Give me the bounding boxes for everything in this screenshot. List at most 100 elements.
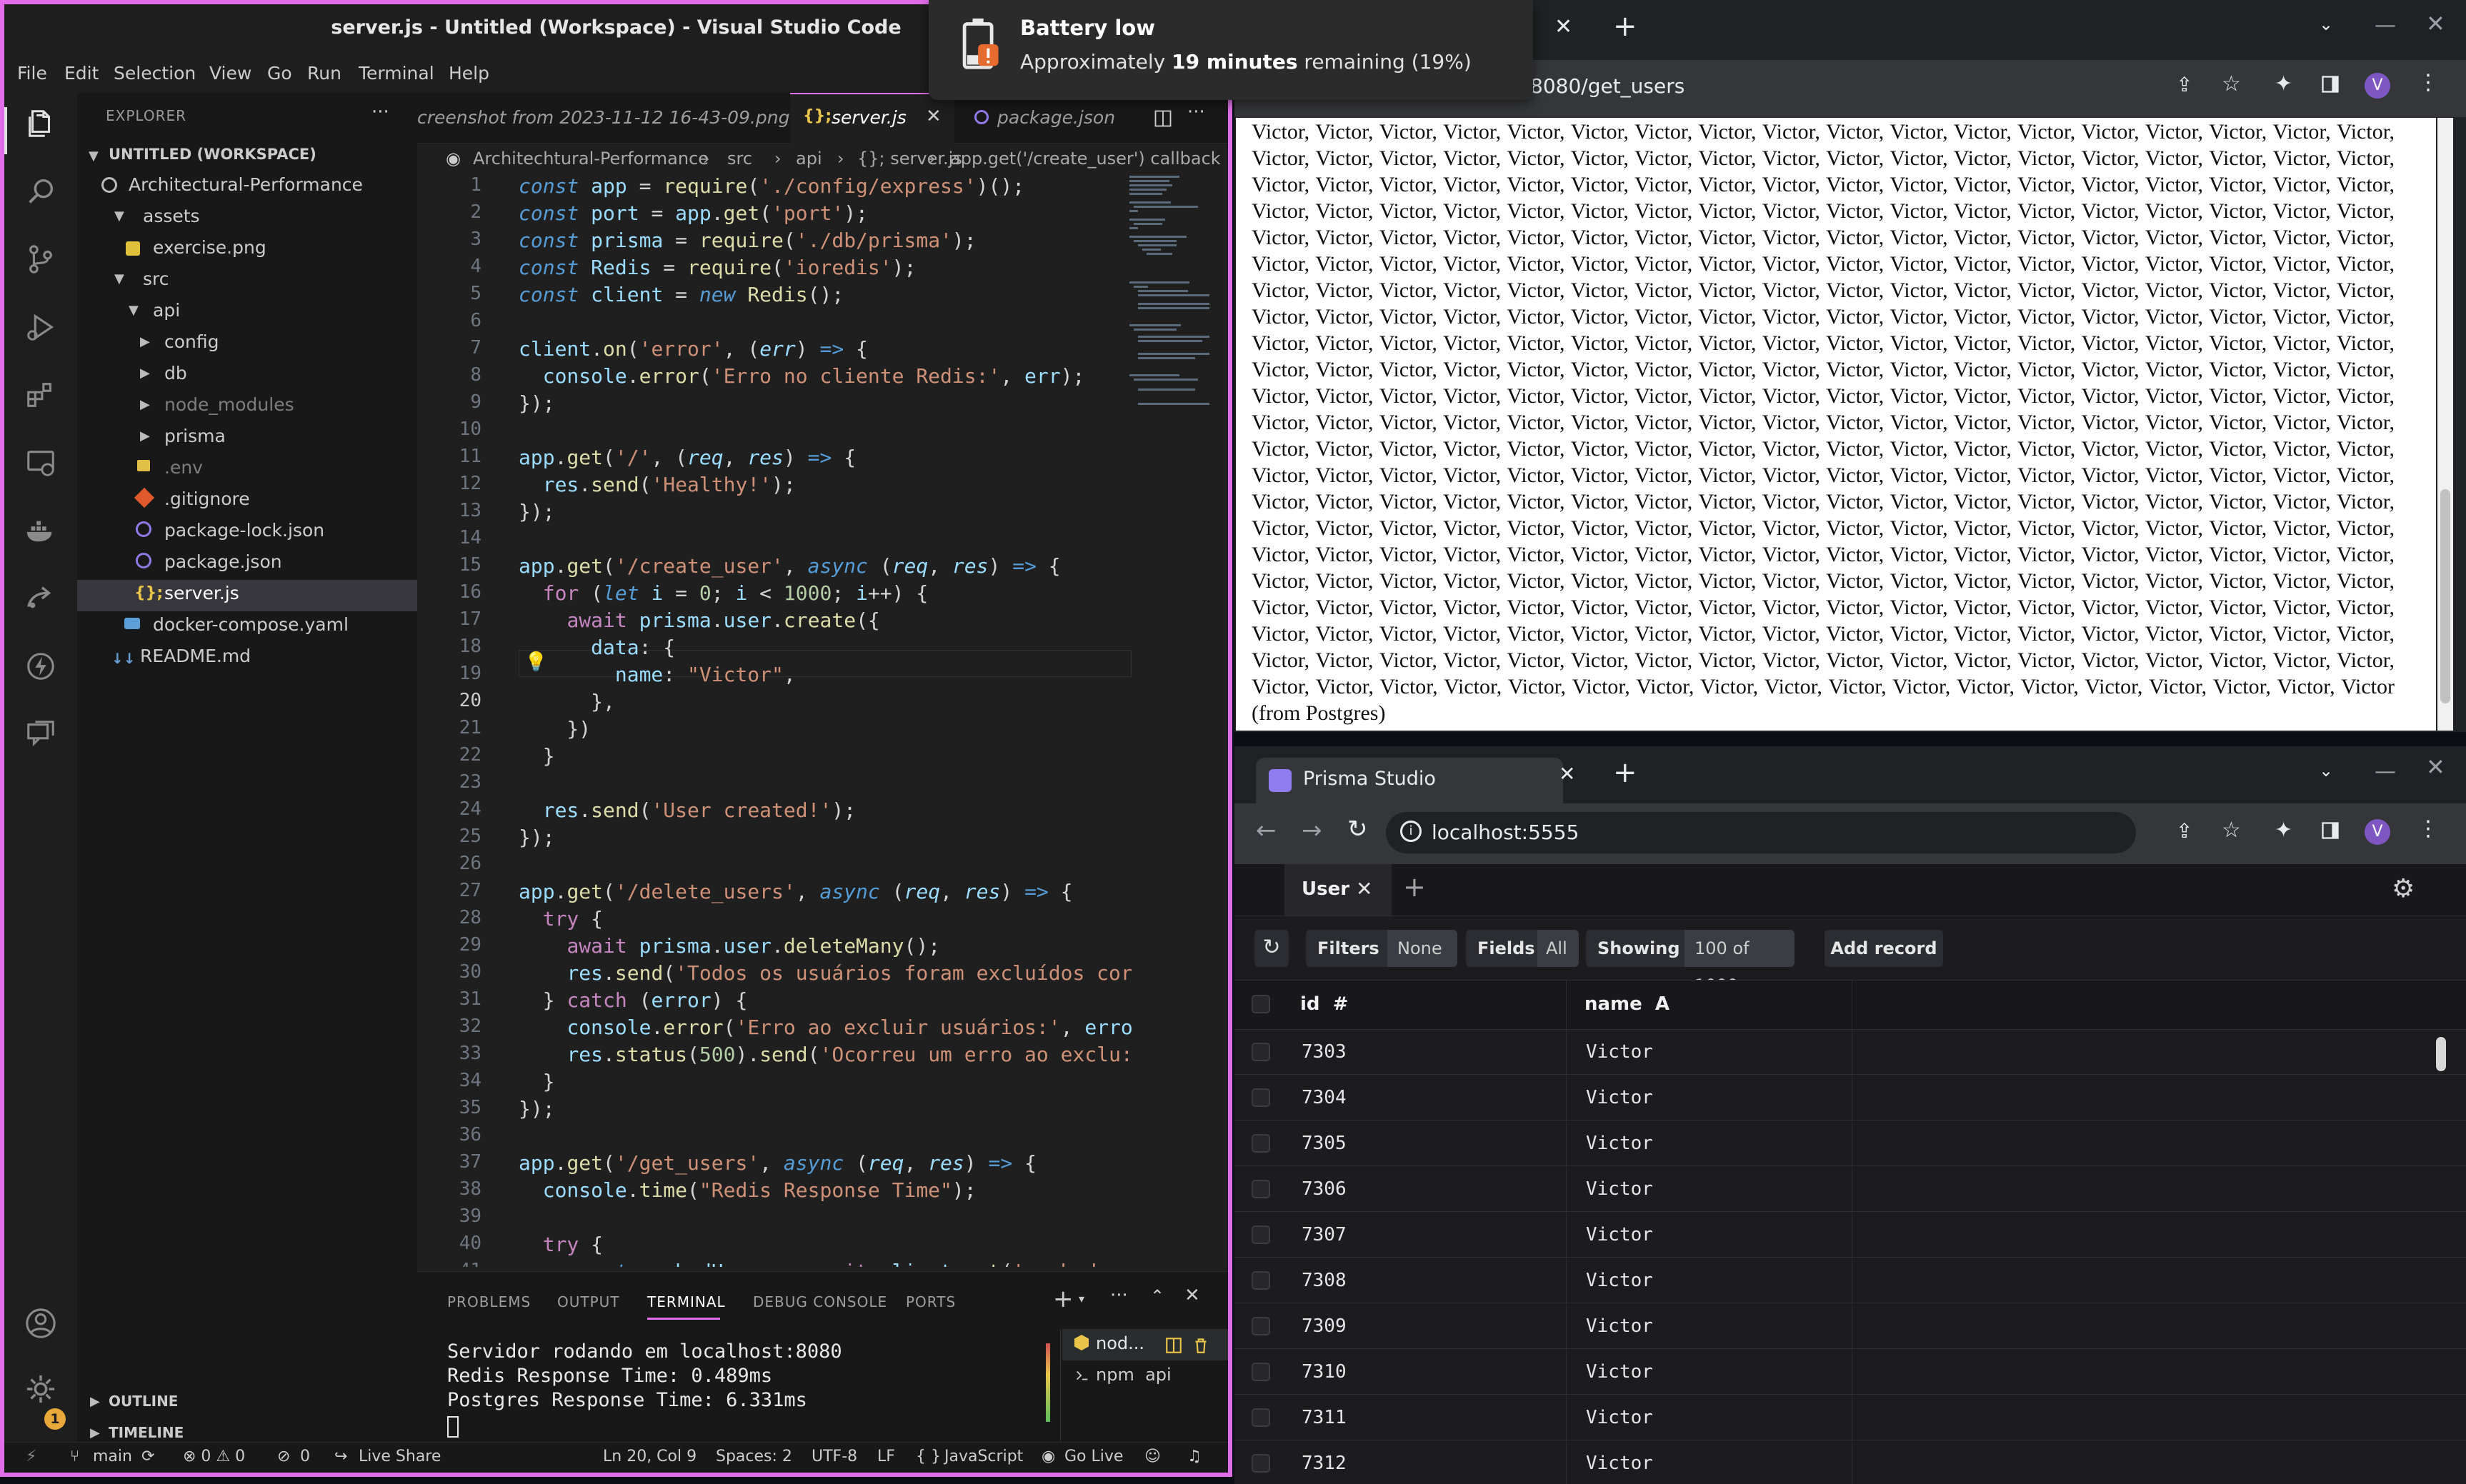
table-row[interactable]: 7307 Victor — [1234, 1211, 2466, 1258]
row-checkbox[interactable] — [1252, 1317, 1270, 1335]
tab-title[interactable]: Prisma Studio — [1303, 768, 1436, 790]
panel-tab-terminal[interactable]: TERMINAL — [647, 1293, 726, 1310]
close-panel-icon[interactable]: ✕ — [1184, 1285, 1200, 1306]
cell-id[interactable]: 7310 — [1302, 1361, 1347, 1383]
cell-id[interactable]: 7308 — [1302, 1270, 1347, 1291]
manage-gear-icon[interactable] — [24, 1373, 57, 1405]
tree-db[interactable]: db — [164, 363, 187, 383]
status-eol[interactable]: LF — [877, 1448, 895, 1465]
browser-menu-icon[interactable]: ⋮ — [2417, 816, 2439, 841]
search-icon[interactable] — [24, 175, 57, 208]
menu-selection[interactable]: Selection — [114, 63, 196, 84]
tree-package-lock[interactable]: package-lock.json — [164, 520, 324, 541]
battery-low-notification[interactable]: Battery low Approximately 19 minutes rem… — [929, 0, 1533, 100]
back-arrow-icon[interactable]: ← — [1256, 816, 1277, 845]
side-panel-icon[interactable] — [2320, 74, 2340, 94]
profile-avatar[interactable]: V — [2365, 73, 2390, 99]
tree-api[interactable]: api — [153, 300, 180, 321]
panel-tab-debug-console[interactable]: DEBUG CONSOLE — [753, 1293, 887, 1310]
tab-search-chevron-icon[interactable]: ⌄ — [2319, 14, 2333, 34]
docker-icon[interactable] — [24, 514, 57, 547]
tree-gitignore[interactable]: .gitignore — [164, 488, 250, 509]
outline-section[interactable]: OUTLINE — [109, 1393, 178, 1410]
tree-exercise-png[interactable]: exercise.png — [153, 237, 266, 258]
column-header-id[interactable]: id # — [1300, 993, 1348, 1015]
tab-screenshot[interactable]: creenshot from 2023-11-12 16-43-09.png — [417, 93, 789, 143]
extensions-puzzle-icon[interactable]: ✦ — [2275, 71, 2292, 96]
table-row[interactable]: 7306 Victor — [1234, 1165, 2466, 1212]
tree-docker-compose[interactable]: docker-compose.yaml — [153, 614, 349, 635]
table-row[interactable]: 7310 Victor — [1234, 1348, 2466, 1395]
row-checkbox[interactable] — [1252, 1408, 1270, 1427]
bookmark-star-icon[interactable]: ☆ — [2222, 818, 2241, 843]
maximize-panel-icon[interactable]: ⌃ — [1150, 1286, 1164, 1306]
tab-server-label[interactable]: server.js — [832, 93, 907, 143]
account-icon[interactable] — [24, 1307, 57, 1340]
trash-icon[interactable] — [1192, 1336, 1210, 1355]
tree-prisma[interactable]: prisma — [164, 426, 226, 446]
new-tab-icon[interactable]: + — [1613, 10, 1637, 43]
minimize-icon[interactable]: — — [2375, 13, 2396, 38]
breadcrumb-item[interactable]: app.get('/create_user') callback — [950, 143, 1221, 174]
terminal-cursor[interactable] — [447, 1416, 459, 1438]
notifications-bell-icon[interactable]: ♫ — [1187, 1448, 1202, 1465]
row-checkbox[interactable] — [1252, 1454, 1270, 1473]
remote-explorer-icon[interactable] — [24, 446, 57, 479]
status-language[interactable]: JavaScript — [944, 1448, 1023, 1465]
table-row[interactable]: 7309 Victor — [1234, 1303, 2466, 1349]
menu-help[interactable]: Help — [449, 63, 489, 84]
status-branch[interactable]: main — [93, 1448, 132, 1465]
chevron-down-icon[interactable]: ▾ — [1079, 1292, 1084, 1305]
menu-edit[interactable]: Edit — [64, 63, 99, 84]
table-row[interactable]: 7305 Victor — [1234, 1120, 2466, 1166]
close-tab-icon[interactable]: ✕ — [926, 106, 942, 127]
tree-config[interactable]: config — [164, 331, 219, 352]
menu-run[interactable]: Run — [307, 63, 341, 84]
workspace-title[interactable]: UNTITLED (WORKSPACE) — [109, 146, 316, 163]
select-all-checkbox[interactable] — [1252, 995, 1270, 1013]
bookmark-star-icon[interactable]: ☆ — [2222, 71, 2241, 96]
comments-icon[interactable] — [24, 718, 57, 751]
sync-icon[interactable]: ⟳ — [141, 1448, 154, 1465]
cell-name[interactable]: Victor — [1586, 1453, 1653, 1474]
tree-readme[interactable]: README.md — [140, 646, 251, 666]
tree-server-js[interactable]: server.js — [164, 583, 239, 603]
column-header-name[interactable]: name A — [1584, 993, 1669, 1015]
live-share-icon[interactable] — [24, 582, 57, 615]
explorer-more-icon[interactable]: ··· — [371, 101, 389, 123]
new-terminal-icon[interactable]: + — [1053, 1285, 1074, 1313]
profile-avatar[interactable]: V — [2365, 819, 2390, 845]
address-bar[interactable]: i localhost:5555 — [1386, 812, 2136, 853]
status-problems[interactable]: ⊗ 0 ⚠ 0 — [183, 1448, 245, 1465]
browser-menu-icon[interactable]: ⋮ — [2417, 70, 2439, 95]
panel-tab-problems[interactable]: PROBLEMS — [447, 1293, 531, 1310]
table-row[interactable]: 7311 Victor — [1234, 1394, 2466, 1440]
breadcrumb-item[interactable]: Architechtural-Performance — [473, 143, 709, 174]
status-position[interactable]: Ln 20, Col 9 — [603, 1448, 697, 1465]
row-checkbox[interactable] — [1252, 1363, 1270, 1381]
row-checkbox[interactable] — [1252, 1134, 1270, 1153]
tree-node-modules[interactable]: node_modules — [164, 394, 294, 415]
cell-name[interactable]: Victor — [1586, 1133, 1653, 1154]
menu-terminal[interactable]: Terminal — [359, 63, 434, 84]
window-close-icon[interactable]: ✕ — [2426, 10, 2445, 37]
terminal-session-label[interactable]: nod... — [1096, 1333, 1144, 1353]
breadcrumb-item[interactable]: api — [796, 143, 822, 174]
settings-gear-icon[interactable]: ⚙ — [2392, 874, 2415, 903]
cell-name[interactable]: Victor — [1586, 1178, 1653, 1200]
breadcrumb-item[interactable]: src — [727, 143, 752, 174]
cell-name[interactable]: Victor — [1586, 1361, 1653, 1383]
status-go-live[interactable]: Go Live — [1064, 1448, 1123, 1465]
split-terminal-icon[interactable] — [1164, 1336, 1183, 1355]
row-checkbox[interactable] — [1252, 1180, 1270, 1198]
thunder-client-icon[interactable] — [24, 650, 57, 683]
forward-arrow-icon[interactable]: → — [1302, 816, 1322, 845]
cell-name[interactable]: Victor — [1586, 1270, 1653, 1291]
cell-id[interactable]: 7312 — [1302, 1453, 1347, 1474]
cell-id[interactable]: 7304 — [1302, 1087, 1347, 1108]
cell-id[interactable]: 7307 — [1302, 1224, 1347, 1245]
cell-id[interactable]: 7303 — [1302, 1041, 1347, 1063]
cell-id[interactable]: 7311 — [1302, 1407, 1347, 1428]
terminal-session-label[interactable]: npm api — [1096, 1365, 1172, 1385]
source-control-icon[interactable] — [24, 243, 57, 276]
